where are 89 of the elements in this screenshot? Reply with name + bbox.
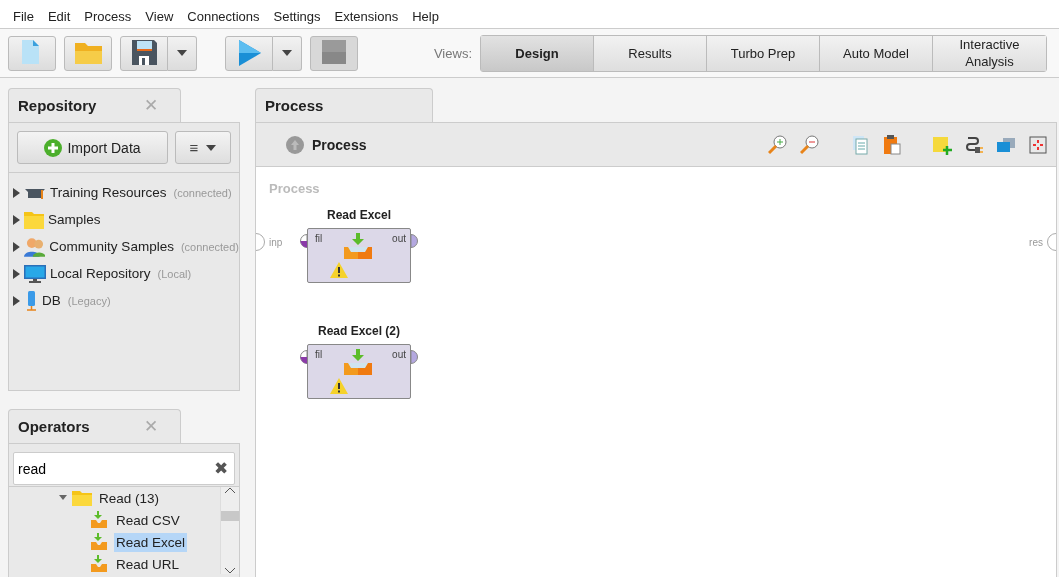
expand-arrow-icon[interactable] (13, 187, 20, 198)
copy-icon[interactable] (850, 134, 870, 155)
menu-item[interactable]: File (6, 4, 41, 24)
repository-item[interactable]: DB (42, 293, 61, 308)
canvas-title: Process (269, 181, 320, 196)
save-button[interactable] (120, 35, 168, 71)
repository-item[interactable]: Training Resources (50, 185, 167, 200)
scroll-up-icon[interactable] (225, 487, 235, 493)
tab-title: Operators (18, 418, 90, 435)
panel-tab[interactable]: Repository ✕ (8, 88, 181, 122)
clipboard-icon[interactable] (882, 134, 902, 155)
zoom-in-icon[interactable] (768, 134, 788, 155)
new-button[interactable] (8, 35, 56, 71)
import-operator-icon (89, 533, 109, 551)
process-title: Process (312, 136, 367, 153)
caret-icon (206, 144, 217, 151)
view-tab[interactable]: Turbo Prep (707, 35, 820, 71)
status-note: (connected) (180, 240, 239, 253)
fit-frame-icon[interactable] (1028, 134, 1048, 155)
input-port-icon[interactable] (256, 233, 265, 251)
folder-icon (72, 490, 92, 506)
menu-item[interactable]: Extensions (327, 4, 406, 24)
import-operator-icon (89, 511, 109, 529)
view-tab[interactable]: Auto Model (820, 35, 933, 71)
import-data-button[interactable]: Import Data (17, 131, 168, 164)
menu-item[interactable]: Connections (180, 4, 267, 24)
port-label: fil (315, 233, 323, 244)
caret-icon (282, 50, 292, 56)
expand-arrow-icon[interactable] (59, 494, 67, 502)
tab-title: Process (265, 97, 324, 114)
menu-item[interactable]: Edit (40, 4, 78, 24)
scroll-down-icon[interactable] (225, 568, 235, 574)
operator-node[interactable]: fil out (307, 344, 411, 399)
output-port-icon[interactable] (1047, 233, 1056, 251)
port-label: fil (315, 349, 323, 360)
view-tab[interactable]: Design (481, 35, 594, 71)
plug-icon[interactable] (964, 134, 984, 155)
menu-item[interactable]: Process (77, 4, 139, 24)
operator-title: Read Excel (325, 208, 392, 222)
folder-icon (24, 210, 44, 229)
status-note: (Legacy) (67, 294, 111, 307)
expand-arrow-icon[interactable] (13, 295, 20, 306)
caret-icon (177, 50, 187, 56)
views-label: Views: (433, 45, 472, 61)
zoom-out-icon[interactable] (800, 134, 820, 155)
open-button[interactable] (64, 35, 112, 71)
view-tab[interactable]: Interactive Analysis (933, 35, 1046, 71)
search-field[interactable]: read ✖ (13, 452, 235, 485)
plus-icon (44, 138, 63, 157)
port-label: out (392, 233, 406, 244)
expand-arrow-icon[interactable] (13, 268, 20, 279)
menu-item[interactable]: Settings (266, 4, 328, 24)
dropdown-button[interactable] (168, 35, 197, 71)
expand-arrow-icon[interactable] (13, 214, 20, 225)
import-operator-icon (89, 555, 109, 573)
sticky-note-icon[interactable] (932, 134, 952, 155)
output-port-icon[interactable] (411, 234, 419, 248)
operator-item[interactable]: Read URL (114, 554, 182, 574)
scroll-thumb[interactable] (221, 510, 239, 521)
port-label: inp (269, 236, 283, 248)
operator-item[interactable]: Read CSV (114, 510, 182, 530)
repository-item[interactable]: Community Samples (49, 239, 174, 254)
port-label: out (392, 349, 406, 360)
folder-item[interactable]: Read (13) (97, 488, 162, 508)
output-port-icon[interactable] (411, 350, 419, 364)
server-icon (24, 290, 38, 311)
expand-arrow-icon[interactable] (13, 241, 20, 252)
monitor-icon (24, 264, 46, 283)
menu-item[interactable]: Help (405, 4, 446, 24)
port-label: res (1029, 236, 1043, 248)
scrollbar[interactable] (220, 487, 239, 574)
people-icon (23, 236, 46, 257)
import-operator-icon (344, 349, 372, 375)
view-tab[interactable]: Results (594, 35, 707, 71)
repository-item[interactable]: Local Repository (50, 266, 151, 281)
status-note: (Local) (157, 267, 192, 280)
import-operator-icon (344, 233, 372, 259)
operator-node[interactable]: fil out (307, 228, 411, 283)
clear-button[interactable]: ✖ (214, 458, 228, 479)
panel-tab[interactable]: Operators ✕ (8, 409, 181, 443)
tab-title: Repository (18, 97, 97, 114)
repository-item[interactable]: Samples (48, 212, 101, 227)
operator-item[interactable]: Read Excel (114, 532, 188, 552)
menu-item[interactable]: View (138, 4, 181, 24)
panel-tab[interactable]: Process (255, 88, 433, 122)
dropdown-button[interactable] (273, 35, 302, 71)
status-note: (connected) (173, 186, 232, 199)
operator-title: Read Excel (2) (316, 324, 401, 338)
menu-button[interactable]: ≡ (175, 131, 231, 164)
